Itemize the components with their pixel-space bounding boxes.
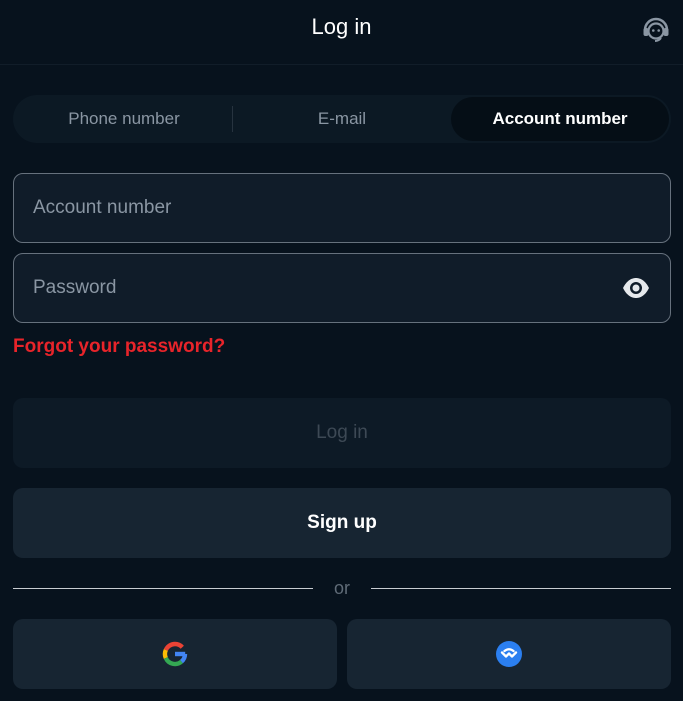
wallet-login-button[interactable] — [347, 619, 671, 689]
divider-or-label: or — [333, 578, 350, 598]
account-number-field — [13, 173, 671, 243]
forgot-password-link[interactable]: Forgot your password? — [13, 336, 225, 358]
google-icon — [162, 641, 188, 667]
wallet-icon — [496, 641, 522, 667]
tab-email[interactable]: E-mail — [233, 97, 451, 141]
tab-phone-number[interactable]: Phone number — [15, 97, 233, 141]
page-title: Log in — [311, 14, 372, 39]
eye-icon[interactable] — [622, 276, 650, 300]
divider-line-left — [13, 588, 313, 589]
login-button[interactable]: Log in — [13, 398, 671, 468]
login-method-tabs: Phone number E-mail Account number — [13, 95, 671, 143]
divider-line-right — [371, 588, 671, 589]
signup-button[interactable]: Sign up — [13, 488, 671, 558]
headset-icon[interactable] — [641, 14, 671, 44]
tab-account-number[interactable]: Account number — [451, 97, 669, 141]
password-input[interactable] — [14, 254, 670, 322]
google-login-button[interactable] — [13, 619, 337, 689]
password-field — [13, 253, 671, 323]
account-number-input[interactable] — [14, 174, 670, 242]
header-bar: Log in — [0, 0, 683, 65]
